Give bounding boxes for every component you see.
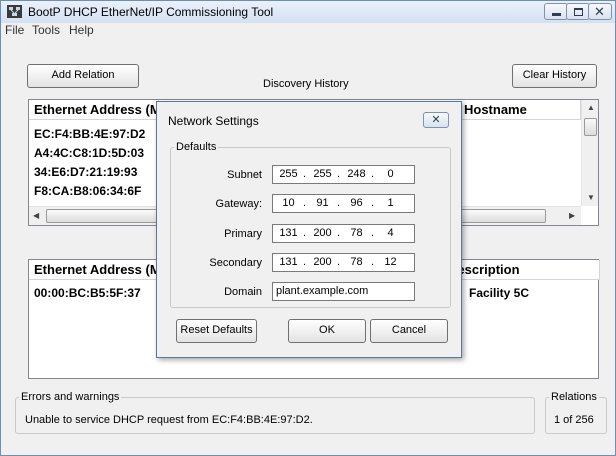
scrollbar-thumb[interactable]: [584, 118, 597, 136]
subnet-field[interactable]: 255 . 255 . 248 . 0: [272, 165, 415, 184]
octet[interactable]: 4: [377, 227, 404, 239]
scroll-left-icon[interactable]: ◀: [33, 211, 39, 220]
primary-label: Primary: [224, 228, 262, 240]
octet[interactable]: 96: [343, 197, 370, 209]
octet[interactable]: 78: [343, 256, 370, 268]
column-ethernet-address[interactable]: Ethernet Address (MAC): [29, 260, 159, 280]
network-settings-dialog: Network Settings ✕ Defaults Subnet 255 .…: [156, 101, 462, 358]
add-relation-button[interactable]: Add Relation: [27, 64, 139, 88]
domain-label: Domain: [224, 286, 262, 298]
relations-legend: Relations: [551, 391, 597, 403]
minimize-button[interactable]: [544, 3, 568, 20]
defaults-legend: Defaults: [176, 141, 217, 153]
octet-separator: .: [337, 256, 341, 268]
secondary-label: Secondary: [209, 257, 262, 269]
octet[interactable]: 1: [377, 197, 404, 209]
scroll-up-icon[interactable]: ▲: [587, 103, 595, 112]
error-message: Unable to service DHCP request from EC:F…: [25, 414, 313, 426]
octet-separator: .: [303, 168, 307, 180]
domain-field[interactable]: plant.example.com: [272, 282, 415, 301]
close-icon: ✕: [431, 114, 441, 126]
minimize-icon: [552, 13, 561, 16]
octet[interactable]: 255: [275, 168, 302, 180]
octet-separator: .: [371, 227, 375, 239]
octet-separator: .: [371, 197, 375, 209]
octet-separator: .: [371, 168, 375, 180]
reset-defaults-button[interactable]: Reset Defaults: [176, 319, 257, 343]
octet-separator: .: [303, 256, 307, 268]
octet[interactable]: 200: [309, 256, 336, 268]
app-network-icon: [7, 5, 22, 18]
list-item[interactable]: EC:F4:BB:4E:97:D2: [34, 127, 145, 141]
menu-tools[interactable]: Tools: [32, 23, 60, 37]
title-bar: BootP DHCP EtherNet/IP Commissioning Too…: [1, 1, 615, 23]
octet[interactable]: 200: [309, 227, 336, 239]
errors-legend: Errors and warnings: [21, 391, 120, 403]
menu-help[interactable]: Help: [69, 23, 94, 37]
subnet-label: Subnet: [227, 169, 262, 181]
octet[interactable]: 0: [377, 168, 404, 180]
octet-separator: .: [303, 227, 307, 239]
octet-separator: .: [337, 197, 341, 209]
secondary-dns-field[interactable]: 131 . 200 . 78 . 12: [272, 253, 415, 272]
octet[interactable]: 131: [275, 256, 302, 268]
octet-separator: .: [337, 227, 341, 239]
errors-and-warnings-group: Errors and warnings: [15, 391, 535, 434]
column-hostname[interactable]: Hostname: [459, 100, 581, 120]
discovery-vertical-scrollbar[interactable]: ▲ ▼: [581, 100, 598, 206]
dialog-close-button[interactable]: ✕: [423, 112, 449, 128]
octet-separator: .: [371, 256, 375, 268]
menu-bar: File Tools Help: [1, 23, 615, 39]
octet[interactable]: 12: [377, 256, 404, 268]
relations-count: 1 of 256: [554, 414, 594, 426]
octet[interactable]: 248: [343, 168, 370, 180]
octet[interactable]: 255: [309, 168, 336, 180]
close-icon: ✕: [594, 4, 605, 19]
octet[interactable]: 10: [275, 197, 302, 209]
cancel-button[interactable]: Cancel: [370, 319, 448, 343]
octet[interactable]: 131: [275, 227, 302, 239]
discovery-history-title: Discovery History: [263, 78, 349, 90]
octet[interactable]: 78: [343, 227, 370, 239]
ok-button[interactable]: OK: [288, 319, 366, 343]
clear-history-button[interactable]: Clear History: [512, 64, 597, 88]
relations-count-group: Relations: [545, 391, 607, 434]
octet-separator: .: [303, 197, 307, 209]
list-item[interactable]: F8:CA:B8:06:34:6F: [34, 184, 141, 198]
gateway-label: Gateway:: [215, 198, 262, 210]
maximize-button[interactable]: [566, 3, 590, 20]
column-ethernet-address[interactable]: Ethernet Address (MAC): [29, 100, 159, 120]
octet-separator: .: [337, 168, 341, 180]
list-item-description[interactable]: Facility 5C: [469, 286, 529, 300]
list-item[interactable]: 34:E6:D7:21:19:93: [34, 165, 137, 179]
main-window: BootP DHCP EtherNet/IP Commissioning Too…: [0, 0, 616, 456]
primary-dns-field[interactable]: 131 . 200 . 78 . 4: [272, 224, 415, 243]
window-title: BootP DHCP EtherNet/IP Commissioning Too…: [28, 5, 274, 19]
gateway-field[interactable]: 10 . 91 . 96 . 1: [272, 194, 415, 213]
menu-file[interactable]: File: [5, 23, 24, 37]
close-button[interactable]: ✕: [588, 3, 612, 20]
list-item[interactable]: 00:00:BC:B5:5F:37: [34, 286, 141, 300]
maximize-icon: [574, 8, 583, 16]
octet[interactable]: 91: [309, 197, 336, 209]
scroll-right-icon[interactable]: ▶: [569, 211, 575, 220]
dialog-title: Network Settings: [168, 114, 259, 128]
column-description[interactable]: Description: [459, 260, 600, 280]
list-item[interactable]: A4:4C:C8:1D:5D:03: [34, 146, 144, 160]
scroll-down-icon[interactable]: ▼: [587, 193, 595, 202]
